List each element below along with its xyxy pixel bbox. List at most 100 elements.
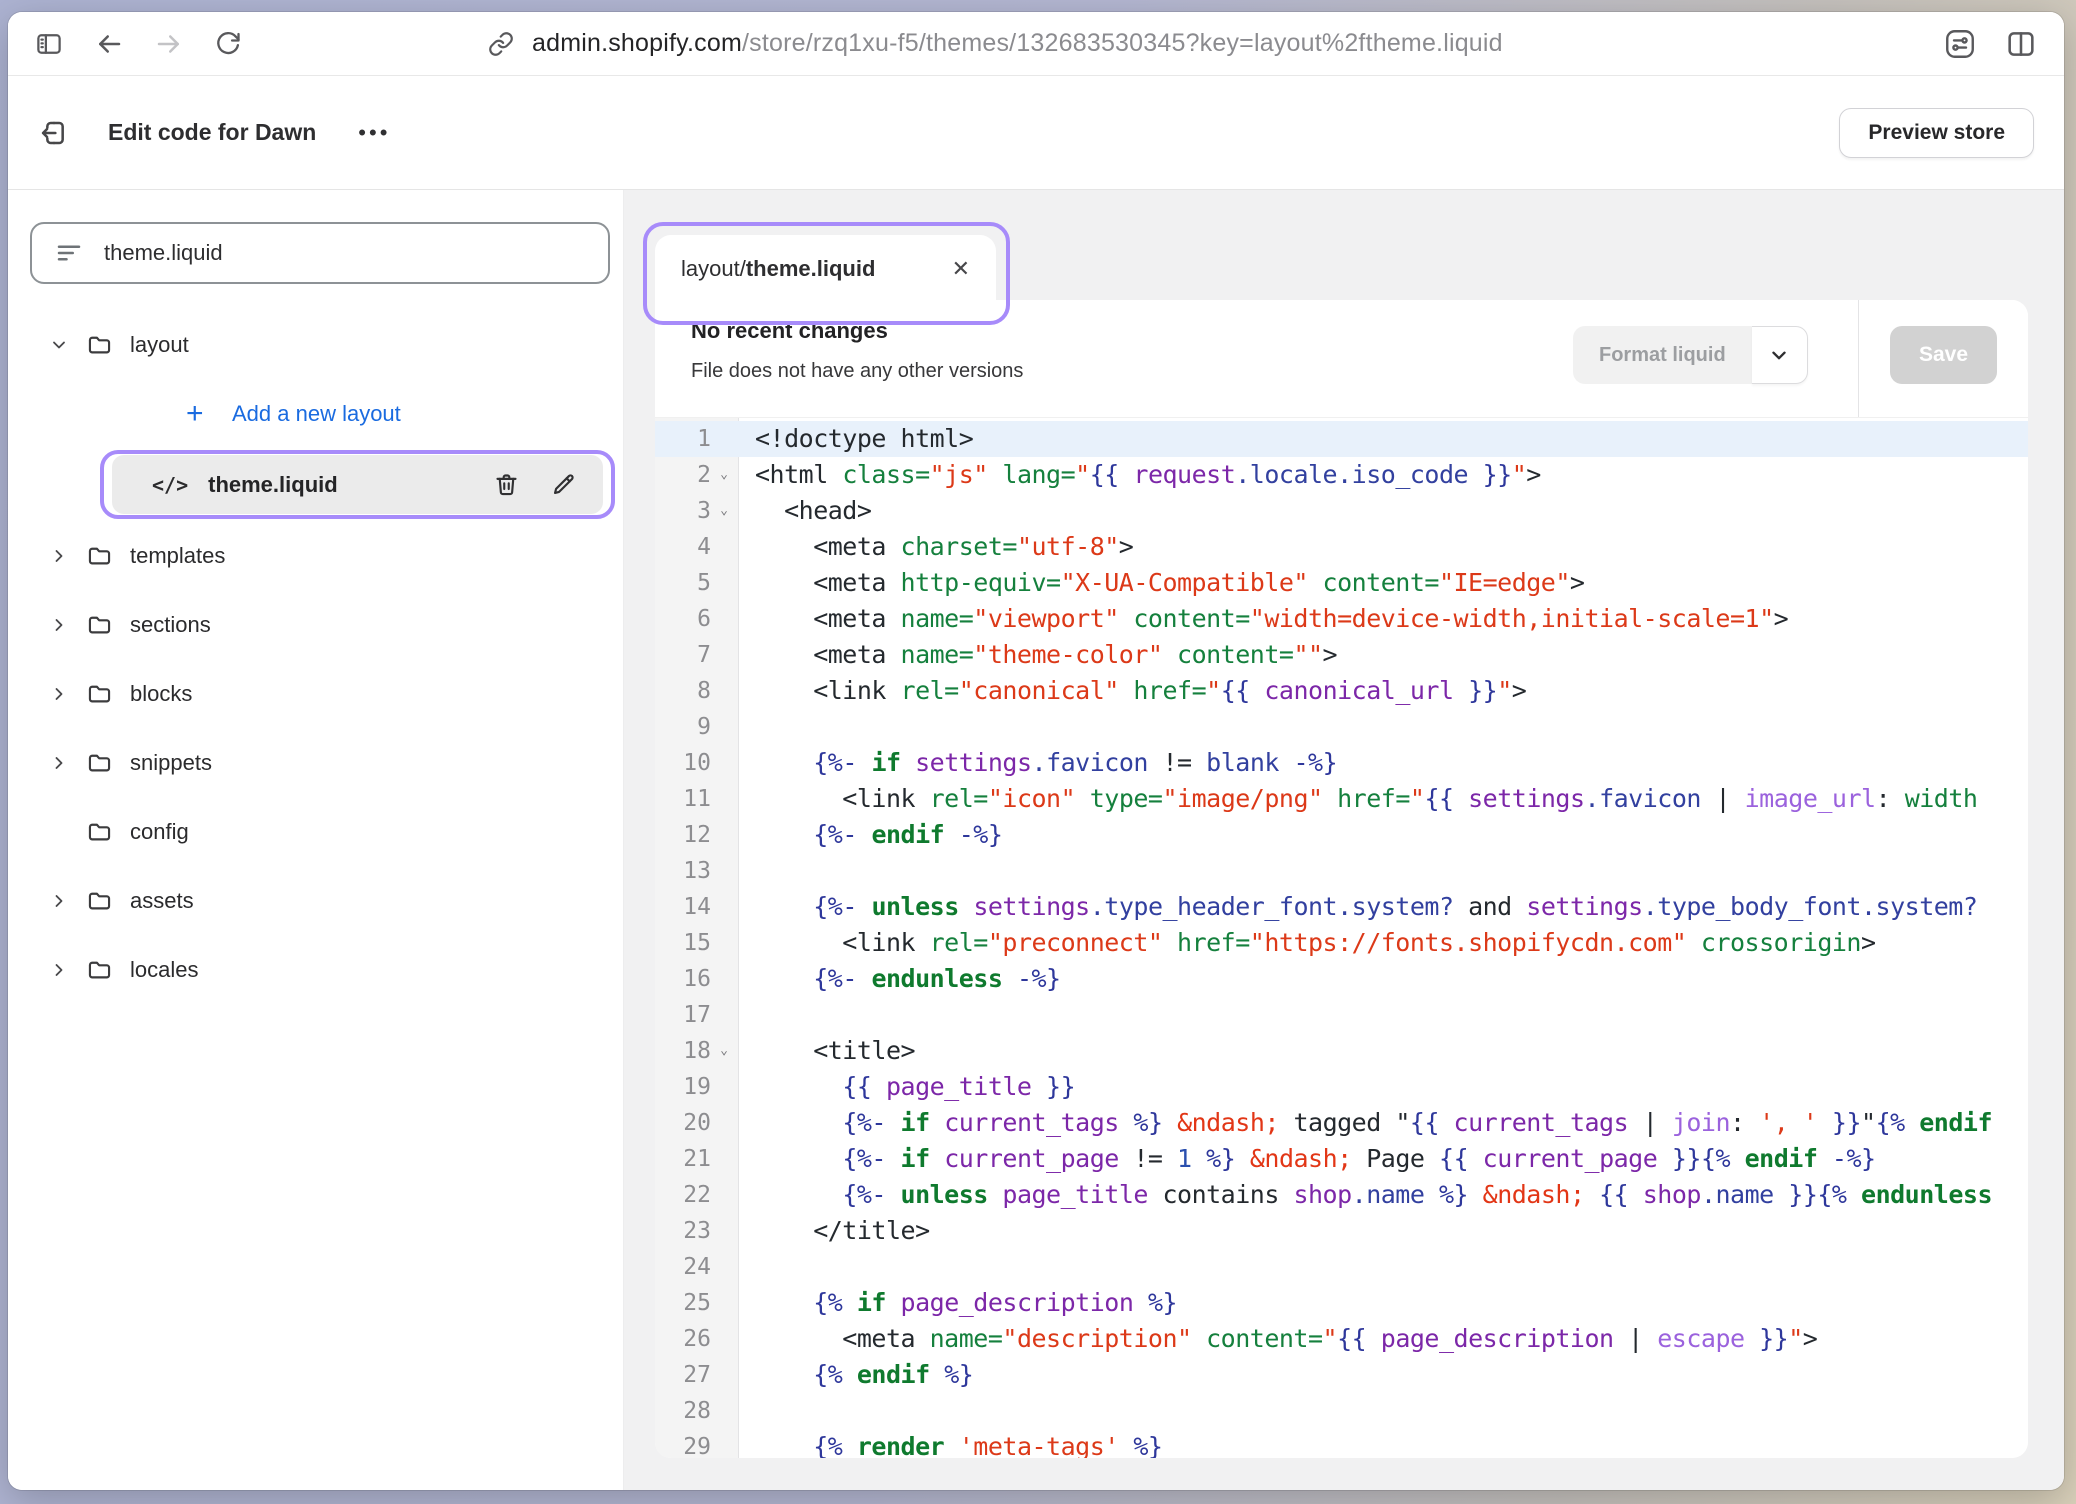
reload-icon[interactable] [214, 30, 242, 58]
chevron-right-icon[interactable] [49, 891, 69, 911]
code-line[interactable]: 20 {%- if current_tags %} &ndash; tagged… [655, 1105, 2028, 1141]
sidebar-toggle-icon[interactable] [34, 29, 64, 59]
folder-icon [86, 680, 113, 707]
code-line[interactable]: 9 [655, 709, 2028, 745]
code-line[interactable]: 18⌄ <title> [655, 1033, 2028, 1069]
code-line[interactable]: 27 {% endif %} [655, 1357, 2028, 1393]
back-icon[interactable] [94, 29, 124, 59]
line-number: 9 [655, 709, 711, 745]
line-number: 22 [655, 1177, 711, 1213]
sidebar-item-sections[interactable]: sections [8, 590, 623, 659]
line-number: 12 [655, 817, 711, 853]
code-line[interactable]: 19 {{ page_title }} [655, 1069, 2028, 1105]
code-line[interactable]: 6 <meta name="viewport" content="width=d… [655, 601, 2028, 637]
more-actions-button[interactable]: ••• [358, 120, 390, 146]
folder-icon [86, 887, 113, 914]
code-line[interactable]: 11 <link rel="icon" type="image/png" hre… [655, 781, 2028, 817]
delete-file-icon[interactable] [493, 471, 520, 498]
fold-chevron-icon[interactable]: ⌄ [711, 493, 737, 529]
line-number: 8 [655, 673, 711, 709]
chevron-right-icon[interactable] [49, 546, 69, 566]
browser-settings-icon[interactable] [1942, 26, 1978, 62]
code-line[interactable]: 24 [655, 1249, 2028, 1285]
code-line[interactable]: 2⌄<html class="js" lang="{{ request.loca… [655, 457, 2028, 493]
folder-label: locales [130, 957, 198, 983]
format-options-dropdown[interactable] [1752, 326, 1808, 384]
code-line[interactable]: 8 <link rel="canonical" href="{{ canonic… [655, 673, 2028, 709]
split-view-icon[interactable] [2004, 27, 2038, 61]
code-line[interactable]: 12 {%- endif -%} [655, 817, 2028, 853]
selected-file-row[interactable]: </> theme.liquid [112, 455, 603, 514]
code-line[interactable]: 13 [655, 853, 2028, 889]
code-line[interactable]: 3⌄ <head> [655, 493, 2028, 529]
format-liquid-button[interactable]: Format liquid [1573, 326, 1752, 384]
code-line-text [739, 853, 2028, 889]
rename-file-icon[interactable] [550, 471, 577, 498]
code-line-text [739, 709, 2028, 745]
chevron-down-icon[interactable] [49, 335, 69, 355]
exit-icon[interactable] [38, 117, 70, 149]
url-path: /store/rzq1xu-f5/themes/132683530345?key… [742, 29, 1503, 57]
code-line[interactable]: 25 {% if page_description %} [655, 1285, 2028, 1321]
sidebar-item-blocks[interactable]: blocks [8, 659, 623, 728]
chevron-right-icon[interactable] [49, 684, 69, 704]
line-number: 23 [655, 1213, 711, 1249]
sidebar-item-snippets[interactable]: snippets [8, 728, 623, 797]
folder-icon [86, 749, 113, 776]
toolbar-divider [1858, 300, 1859, 417]
code-line-text [739, 1393, 2028, 1429]
folder-label: config [130, 819, 189, 845]
code-line-text: {%- endif -%} [739, 817, 2028, 853]
folder-label: templates [130, 543, 225, 569]
code-editor[interactable]: 1<!doctype html>2⌄<html class="js" lang=… [655, 418, 2028, 1458]
line-number: 14 [655, 889, 711, 925]
chevron-right-icon[interactable] [49, 960, 69, 980]
line-number: 21 [655, 1141, 711, 1177]
folder-icon [86, 542, 113, 569]
code-line[interactable]: 21 {%- if current_page != 1 %} &ndash; P… [655, 1141, 2028, 1177]
line-number: 15 [655, 925, 711, 961]
add-new-layout-link[interactable]: + Add a new layout [8, 379, 623, 448]
code-line[interactable]: 22 {%- unless page_title contains shop.n… [655, 1177, 2028, 1213]
sidebar-item-templates[interactable]: templates [8, 521, 623, 590]
code-line[interactable]: 28 [655, 1393, 2028, 1429]
line-number: 26 [655, 1321, 711, 1357]
browser-toolbar: admin.shopify.com/store/rzq1xu-f5/themes… [8, 12, 2064, 76]
folder-label: snippets [130, 750, 212, 776]
code-line[interactable]: 7 <meta name="theme-color" content=""> [655, 637, 2028, 673]
annotation-highlight-ring [643, 222, 1010, 325]
sidebar-item-locales[interactable]: locales [8, 935, 623, 1004]
folder-label: assets [130, 888, 194, 914]
code-line[interactable]: 15 <link rel="preconnect" href="https://… [655, 925, 2028, 961]
code-line[interactable]: 29 {% render 'meta-tags' %} [655, 1429, 2028, 1458]
save-button[interactable]: Save [1890, 326, 1997, 384]
code-lines: 1<!doctype html>2⌄<html class="js" lang=… [655, 421, 2028, 1458]
sidebar-item-assets[interactable]: assets [8, 866, 623, 935]
forward-icon[interactable] [154, 29, 184, 59]
fold-chevron-icon[interactable]: ⌄ [711, 457, 737, 493]
code-line[interactable]: 10 {%- if settings.favicon != blank -%} [655, 745, 2028, 781]
fold-chevron-icon[interactable]: ⌄ [711, 1033, 737, 1069]
code-line[interactable]: 1<!doctype html> [655, 421, 2028, 457]
browser-window: admin.shopify.com/store/rzq1xu-f5/themes… [8, 12, 2064, 1490]
code-line[interactable]: 17 [655, 997, 2028, 1033]
code-line-text: <link rel="icon" type="image/png" href="… [739, 781, 2028, 817]
code-line[interactable]: 4 <meta charset="utf-8"> [655, 529, 2028, 565]
preview-store-button[interactable]: Preview store [1839, 108, 2034, 158]
folder-icon [86, 956, 113, 983]
url-host: admin.shopify.com [532, 29, 742, 57]
code-line[interactable]: 26 <meta name="description" content="{{ … [655, 1321, 2028, 1357]
sidebar-item-config[interactable]: config [8, 797, 623, 866]
code-line[interactable]: 5 <meta http-equiv="X-UA-Compatible" con… [655, 565, 2028, 601]
chevron-right-icon[interactable] [49, 615, 69, 635]
code-line-text: {%- if current_page != 1 %} &ndash; Page… [739, 1141, 2028, 1177]
line-number: 10 [655, 745, 711, 781]
code-line[interactable]: 14 {%- unless settings.type_header_font.… [655, 889, 2028, 925]
sidebar-item-layout[interactable]: layout [8, 310, 623, 379]
code-line[interactable]: 23 </title> [655, 1213, 2028, 1249]
address-bar[interactable]: admin.shopify.com/store/rzq1xu-f5/themes… [488, 29, 1503, 58]
code-line[interactable]: 16 {%- endunless -%} [655, 961, 2028, 997]
file-search-input[interactable]: theme.liquid [30, 222, 610, 284]
chevron-right-icon[interactable] [49, 753, 69, 773]
sidebar-item-theme-liquid[interactable]: </> theme.liquid [8, 448, 623, 521]
